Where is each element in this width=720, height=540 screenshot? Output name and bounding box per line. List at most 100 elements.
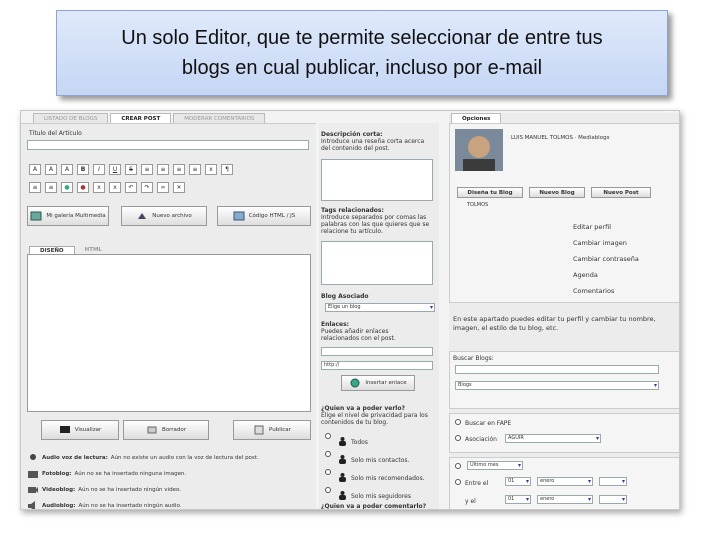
link-agenda[interactable]: Agenda <box>573 271 598 279</box>
media-label: Fotoblog: <box>42 471 72 477</box>
undo-button[interactable]: ↶ <box>125 182 137 193</box>
list-button[interactable]: ≡ <box>29 182 41 193</box>
to-year-select[interactable] <box>599 495 627 504</box>
link-url-input[interactable]: http:// <box>321 361 433 370</box>
radio-label: Asociación <box>465 436 497 443</box>
tags-label: Tags relacionados: <box>321 207 384 214</box>
media-label: Audioblog: <box>42 503 76 509</box>
justify-button[interactable]: ≡ <box>189 164 201 175</box>
radio-seguidores[interactable] <box>325 487 331 493</box>
person-icon <box>339 491 346 500</box>
document-icon <box>254 425 264 435</box>
tags-textarea[interactable] <box>321 241 433 285</box>
media-button[interactable]: ● <box>77 182 89 193</box>
pencil-icon <box>147 426 157 434</box>
from-year-select[interactable] <box>599 477 627 486</box>
radio-range[interactable] <box>455 479 461 485</box>
unlink-button[interactable]: ✕ <box>173 182 185 193</box>
paragraph-button[interactable]: ¶ <box>221 164 233 175</box>
publish-button[interactable]: Publicar <box>233 420 311 440</box>
and-label: y el <box>465 498 476 505</box>
search-type-select[interactable]: Blogs <box>455 381 659 390</box>
media-row-fotoblog: Fotoblog: Aún no se ha insertado ninguna… <box>27 466 186 482</box>
new-file-button[interactable]: Nuevo archivo <box>121 206 207 226</box>
radio-todos[interactable] <box>325 433 331 439</box>
strike-button[interactable]: S <box>125 164 137 175</box>
clear-format-button[interactable]: x <box>205 164 217 175</box>
title-label: Título del Artículo <box>29 130 82 137</box>
media-text: Aún no se ha insertado ninguna imagen. <box>74 471 187 477</box>
blog-select[interactable]: Elige un blog <box>325 303 435 312</box>
html-code-button[interactable]: Código HTML / JS <box>217 206 311 226</box>
username-tag: TOLMOS <box>467 202 489 208</box>
visibility-option: Solo mis recomendados. <box>351 475 425 482</box>
media-label: Videoblog: <box>42 487 76 493</box>
user-name: LUIS MANUEL TOLMOS · Mediablogs <box>511 135 610 141</box>
align-center-button[interactable]: ≡ <box>157 164 169 175</box>
from-day-select[interactable]: 01 <box>505 477 531 486</box>
align-right-button[interactable]: ≡ <box>173 164 185 175</box>
bold-button[interactable]: B <box>77 164 89 175</box>
italic-button[interactable]: I <box>93 164 105 175</box>
tags-help: Introduce separados por comas las palabr… <box>321 214 430 235</box>
between-label: Entre el <box>465 480 489 487</box>
to-day-select[interactable]: 01 <box>505 495 531 504</box>
title-banner: Un solo Editor, que te permite seleccion… <box>56 10 668 96</box>
toolbar-btn[interactable]: A <box>61 164 73 175</box>
editor-screenshot: LISTADO DE BLOGS CREAR POST MODERAR COME… <box>20 110 680 510</box>
radio-recomendados[interactable] <box>325 469 331 475</box>
media-text: Aún no se ha insertado ningún video. <box>78 487 181 493</box>
link-comentarios[interactable]: Comentarios <box>573 287 614 295</box>
insert-link-label: Insertar enlace <box>365 380 407 386</box>
period-select[interactable]: Último mes <box>467 461 523 470</box>
title-input[interactable] <box>27 140 309 150</box>
media-row-audio-voz: Audio voz de lectura: Aún no existe un a… <box>27 450 259 466</box>
underline-button[interactable]: U <box>109 164 121 175</box>
content-editor[interactable] <box>27 254 311 412</box>
new-blog-button[interactable]: Nuevo Blog <box>529 187 585 198</box>
gallery-button-label: Mi galería Multimedia <box>46 213 106 219</box>
info-text: En este apartado puedes editar tu perfil… <box>453 315 656 332</box>
media-text: Aún no se ha insertado ningún audio. <box>78 503 182 509</box>
asociacion-select[interactable]: AGUIR <box>505 434 601 443</box>
radio-period[interactable] <box>455 463 461 469</box>
gallery-icon <box>30 211 42 221</box>
redo-button[interactable]: ↷ <box>141 182 153 193</box>
media-label: Audio voz de lectura: <box>42 455 108 461</box>
radio-contactos[interactable] <box>325 451 331 457</box>
monitor-icon <box>59 426 70 433</box>
preview-button[interactable]: Visualizar <box>41 420 119 440</box>
new-post-button[interactable]: Nuevo Post <box>591 187 651 198</box>
from-month-select[interactable]: enero <box>537 477 593 486</box>
to-month-select[interactable]: enero <box>537 495 593 504</box>
align-left-button[interactable]: ≡ <box>141 164 153 175</box>
video-icon <box>28 487 38 493</box>
subscript-button[interactable]: x <box>93 182 105 193</box>
media-row-videoblog: Videoblog: Aún no se ha insertado ningún… <box>27 482 181 498</box>
visibility-option: Solo mis contactos. <box>351 457 410 464</box>
draft-button[interactable]: Borrador <box>123 420 209 440</box>
link-cambiar-imagen[interactable]: Cambiar imagen <box>573 239 627 247</box>
superscript-button[interactable]: x <box>109 182 121 193</box>
search-input[interactable] <box>455 365 659 374</box>
link-editar-perfil[interactable]: Editar perfil <box>573 223 611 231</box>
numbered-list-button[interactable]: ≡ <box>45 182 57 193</box>
draft-button-label: Borrador <box>161 427 187 433</box>
insert-link-button[interactable]: Insertar enlace <box>341 375 415 391</box>
group-icon <box>339 437 346 446</box>
design-blog-button[interactable]: Diseña tu Blog <box>457 187 523 198</box>
scope-box <box>449 413 679 453</box>
image-button[interactable]: ● <box>61 182 73 193</box>
description-textarea[interactable] <box>321 159 433 201</box>
radio-asociacion[interactable] <box>455 435 461 441</box>
link-text-input[interactable] <box>321 347 433 356</box>
visibility-option: Solo mis seguidores <box>351 493 411 500</box>
visibility-help: Elige el nivel de privacidad para los co… <box>321 412 428 426</box>
toolbar-btn[interactable]: A <box>45 164 57 175</box>
link-button[interactable]: ∞ <box>157 182 169 193</box>
toolbar-btn[interactable]: A <box>29 164 41 175</box>
link-cambiar-contrasena[interactable]: Cambiar contraseña <box>573 255 639 263</box>
gallery-button[interactable]: Mi galería Multimedia <box>27 206 109 226</box>
radio-buscar-fape[interactable] <box>455 419 461 425</box>
media-row-audioblog: Audioblog: Aún no se ha insertado ningún… <box>27 498 182 509</box>
